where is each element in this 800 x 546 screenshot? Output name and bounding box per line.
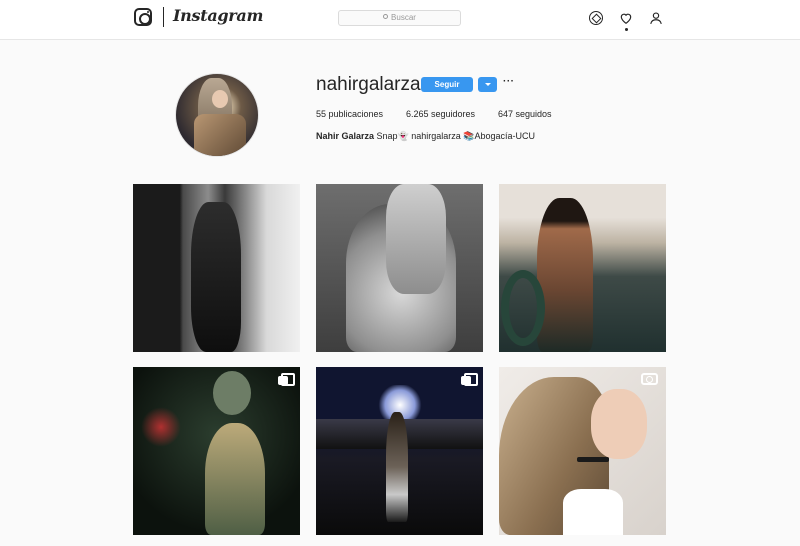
post-image-person: [537, 198, 593, 352]
post-image-person: [386, 412, 408, 522]
profile-bio: Nahir Galarza Snap👻 nahirgalarza 📚Abogac…: [316, 131, 535, 142]
multiple-photos-icon: [278, 373, 295, 386]
avatar-face: [212, 90, 228, 108]
post-image-pool-float: [501, 270, 545, 346]
search-input[interactable]: Buscar: [338, 10, 461, 26]
bio-full-name: Nahir Galarza: [316, 131, 375, 141]
profile-avatar[interactable]: [175, 73, 259, 157]
bio-text: Snap👻 nahirgalarza 📚Abogacía-UCU: [374, 131, 536, 141]
instagram-logo-icon[interactable]: [134, 8, 152, 26]
follow-button[interactable]: Seguir: [421, 77, 473, 92]
post-image-hair: [386, 184, 446, 294]
post-image-top: [563, 489, 623, 535]
post-image-light: [141, 407, 181, 447]
heart-icon[interactable]: [619, 11, 633, 25]
video-icon: [641, 373, 658, 385]
post-thumbnail-6[interactable]: [499, 367, 666, 535]
logo-divider: [163, 7, 164, 27]
activity-notification-dot: [625, 28, 628, 31]
post-image-choker: [577, 457, 609, 462]
post-thumbnail-2[interactable]: [316, 184, 483, 352]
suggestions-dropdown-button[interactable]: [478, 77, 497, 92]
search-icon: [383, 14, 389, 20]
post-thumbnail-1[interactable]: [133, 184, 300, 352]
explore-compass-icon[interactable]: [589, 11, 603, 25]
post-thumbnail-3[interactable]: [499, 184, 666, 352]
post-image-face: [591, 389, 647, 459]
multiple-photos-icon: [461, 373, 478, 386]
post-thumbnail-4[interactable]: [133, 367, 300, 535]
top-navigation-bar: Instagram Buscar: [0, 0, 800, 40]
profile-icon[interactable]: [649, 11, 663, 25]
search-placeholder: Buscar: [391, 13, 416, 22]
following-count[interactable]: 647 seguidos: [498, 109, 552, 119]
post-image-silhouette: [191, 202, 241, 352]
avatar-jacket: [194, 114, 246, 156]
instagram-wordmark[interactable]: Instagram: [173, 6, 263, 25]
post-thumbnail-5[interactable]: [316, 367, 483, 535]
more-options-button[interactable]: ···: [503, 76, 515, 87]
post-image-person-front: [205, 423, 265, 535]
posts-count: 55 publicaciones: [316, 109, 384, 119]
post-image-person-back: [213, 371, 251, 415]
followers-count[interactable]: 6.265 seguidores: [406, 109, 475, 119]
profile-username: nahirgalarza: [316, 74, 421, 95]
